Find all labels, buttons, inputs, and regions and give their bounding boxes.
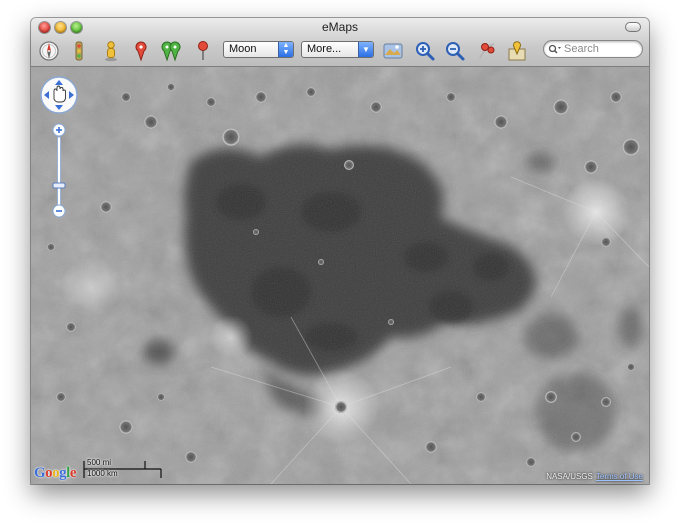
zoom-out-button[interactable] bbox=[52, 204, 66, 218]
layer-map-icon[interactable] bbox=[381, 39, 405, 63]
google-logo: Google bbox=[34, 465, 77, 482]
zoom-in-button[interactable] bbox=[52, 123, 66, 137]
zoom-slider-handle[interactable] bbox=[52, 182, 66, 189]
person-icon[interactable] bbox=[99, 39, 123, 63]
route-icon[interactable] bbox=[475, 39, 499, 63]
scale-miles-label: 500 mi bbox=[87, 458, 112, 467]
zoom-out-icon[interactable] bbox=[443, 39, 467, 63]
title-toolbar: eMaps Moon ▲ ▼ More... ▼ Search bbox=[31, 18, 649, 67]
emaps-window: eMaps Moon ▲ ▼ More... ▼ Search Google 5… bbox=[31, 18, 649, 484]
terms-of-use-link[interactable]: Terms of Use bbox=[596, 472, 643, 481]
location-icon[interactable] bbox=[505, 39, 529, 63]
attribution-text: NASA/USGS bbox=[546, 472, 593, 481]
celestial-body-value: Moon bbox=[229, 43, 257, 55]
toolbar-toggle-button[interactable] bbox=[625, 22, 641, 32]
celestial-body-select[interactable]: Moon ▲ ▼ bbox=[223, 41, 294, 58]
more-select[interactable]: More... ▼ bbox=[301, 41, 374, 58]
moon-surface-image[interactable] bbox=[31, 67, 649, 484]
google-logo-letter: G bbox=[34, 465, 46, 481]
more-select-value: More... bbox=[307, 43, 342, 55]
updown-arrows-icon: ▲ ▼ bbox=[278, 42, 293, 57]
flag-pin-icon[interactable] bbox=[191, 39, 215, 63]
zoom-slider-track[interactable] bbox=[57, 136, 61, 206]
map-navigation-control bbox=[39, 75, 79, 230]
search-icon bbox=[548, 44, 561, 54]
traffic-light-icon[interactable] bbox=[67, 39, 91, 63]
search-input[interactable] bbox=[564, 42, 636, 56]
window-title: eMaps bbox=[321, 20, 359, 34]
map-attribution: NASA/USGS Terms of Use bbox=[546, 472, 643, 481]
multi-pin-icon[interactable] bbox=[159, 39, 183, 63]
scale-bar: 500 mi 1000 km bbox=[83, 458, 163, 480]
google-logo-letter: e bbox=[69, 465, 77, 481]
zoom-in-icon[interactable] bbox=[413, 39, 437, 63]
pin-icon[interactable] bbox=[129, 39, 153, 63]
moon-map[interactable]: Google 500 mi 1000 km NASA/USGS Terms of … bbox=[31, 67, 649, 484]
search-field[interactable] bbox=[543, 40, 643, 58]
compass-icon[interactable] bbox=[37, 39, 61, 63]
scale-km-label: 1000 km bbox=[87, 469, 118, 478]
dropdown-arrow-icon: ▼ bbox=[358, 42, 373, 57]
